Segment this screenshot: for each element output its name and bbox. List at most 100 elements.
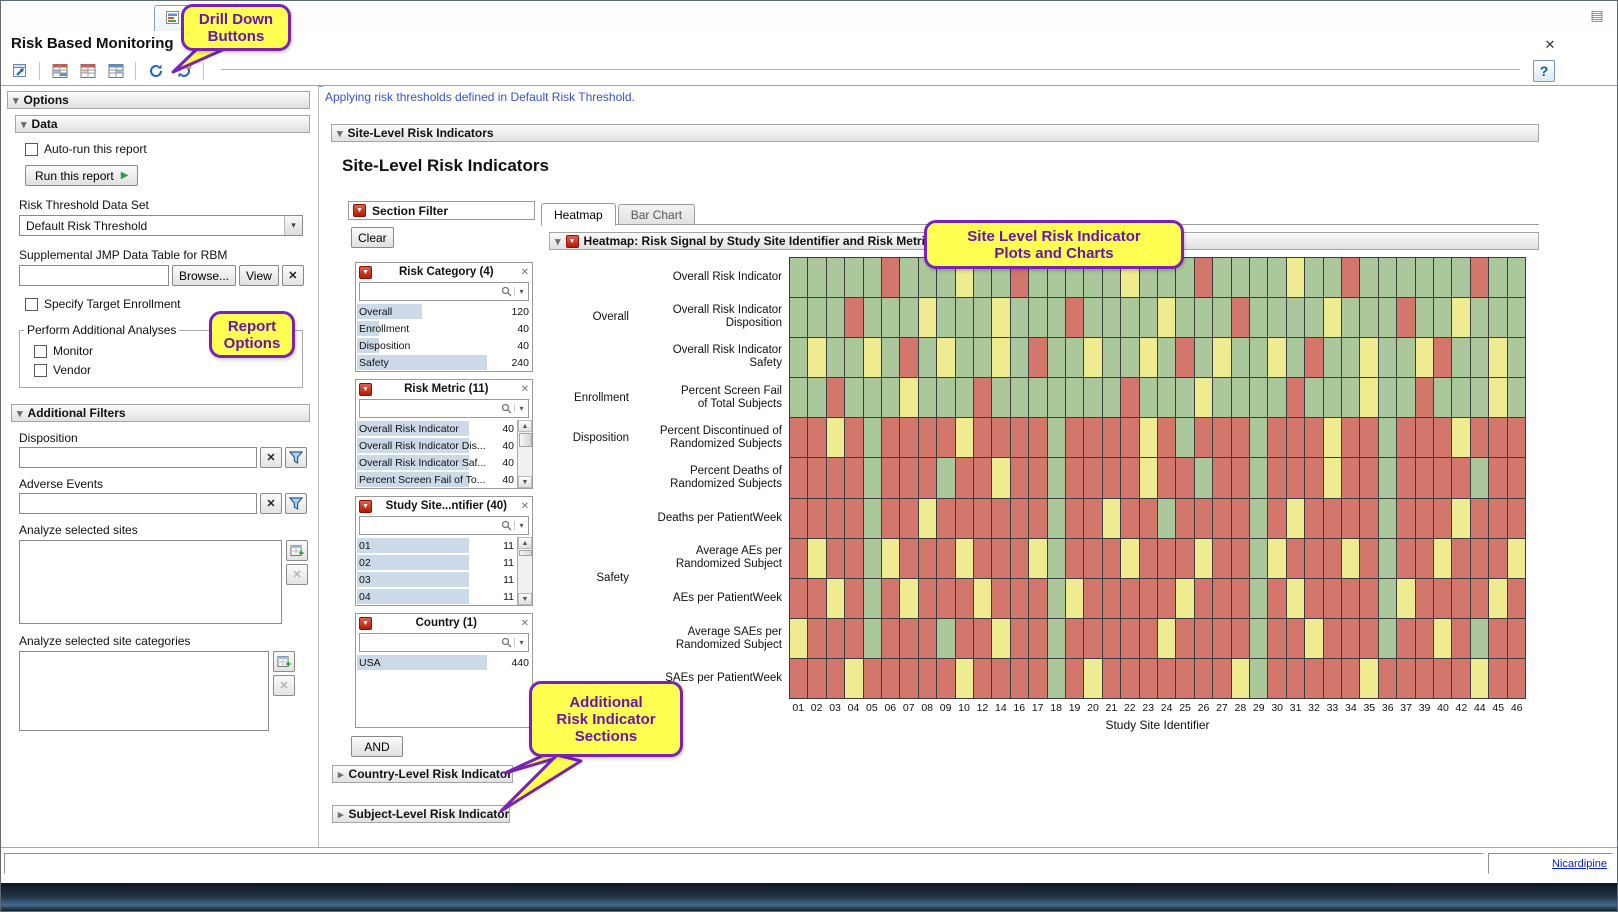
heatmap-cell[interactable] [1029,539,1046,578]
filter-search-input[interactable] [360,401,499,416]
heatmap-cell[interactable] [1011,659,1028,698]
monitor-checkbox[interactable] [34,345,47,358]
heatmap-cell[interactable] [1416,499,1433,538]
heatmap-cell[interactable] [1158,338,1175,377]
specify-target-row[interactable]: Specify Target Enrollment [25,297,310,311]
heatmap-cell[interactable] [1121,298,1138,337]
heatmap-cell[interactable] [974,378,991,417]
clear-adverse-events-icon[interactable]: ✕ [260,493,282,514]
heatmap-cell[interactable] [956,659,973,698]
run-report-button[interactable]: Run this report ▶ [25,165,138,186]
heatmap-cell[interactable] [974,619,991,658]
heatmap-cell[interactable] [1342,298,1359,337]
subject-level-section-header[interactable]: ▸ Subject-Level Risk Indicators [332,805,510,823]
heatmap-cell[interactable] [919,539,936,578]
heatmap-cell[interactable] [1397,258,1414,297]
heatmap-cell[interactable] [992,458,1009,497]
choose-site-categories-table-icon[interactable] [273,651,295,672]
heatmap-cell[interactable] [1066,338,1083,377]
heatmap-cell[interactable] [1232,579,1249,618]
heatmap-cell[interactable] [1103,539,1120,578]
heatmap-cell[interactable] [992,659,1009,698]
heatmap-cell[interactable] [937,619,954,658]
heatmap-cell[interactable] [1176,659,1193,698]
heatmap-cell[interactable] [919,579,936,618]
heatmap-cell[interactable] [1305,579,1322,618]
heatmap-cell[interactable] [1250,378,1267,417]
heatmap-cell[interactable] [1360,338,1377,377]
heatmap-cell[interactable] [1416,458,1433,497]
heatmap-cell[interactable] [1084,338,1101,377]
heatmap-cell[interactable] [1103,499,1120,538]
heatmap-cell[interactable] [1029,499,1046,538]
heatmap-cell[interactable] [1268,499,1285,538]
filter-search-input[interactable] [360,518,499,533]
heatmap-cell[interactable] [808,579,825,618]
heatmap-cell[interactable] [1305,298,1322,337]
heatmap-cell[interactable] [1011,539,1028,578]
heatmap-cell[interactable] [1121,418,1138,457]
heatmap-cell[interactable] [956,298,973,337]
heatmap-cell[interactable] [1489,418,1506,457]
heatmap-cell[interactable] [864,619,881,658]
heatmap-cell[interactable] [1029,298,1046,337]
heatmap-cell[interactable] [1434,458,1451,497]
collapse-triangle-icon[interactable]: ▸ [338,768,344,781]
heatmap-cell[interactable] [1324,539,1341,578]
heatmap-cell[interactable] [827,579,844,618]
heatmap-cell[interactable] [1305,659,1322,698]
heatmap-cell[interactable] [1121,338,1138,377]
heatmap-cell[interactable] [1471,539,1488,578]
heatmap-cell[interactable] [1232,499,1249,538]
heatmap-cell[interactable] [845,338,862,377]
heatmap-cell[interactable] [882,499,899,538]
heatmap-cell[interactable] [1342,378,1359,417]
adverse-events-filter-input[interactable] [19,493,257,514]
heatmap-cell[interactable] [1066,539,1083,578]
dropdown-caret-icon[interactable]: ▾ [514,404,528,413]
heatmap-cell[interactable] [808,458,825,497]
heatmap-cell[interactable] [1213,378,1230,417]
heatmap-cell[interactable] [790,539,807,578]
heatmap-cell[interactable] [1029,458,1046,497]
heatmap-cell[interactable] [1121,458,1138,497]
heatmap-cell[interactable] [1268,298,1285,337]
heatmap-cell[interactable] [900,378,917,417]
heatmap-cell[interactable] [937,298,954,337]
heatmap-cell[interactable] [1452,458,1469,497]
red-triangle-menu-icon[interactable]: ▼ [359,500,372,513]
heatmap-cell[interactable] [1489,539,1506,578]
heatmap-cell[interactable] [1140,418,1157,457]
heatmap-cell[interactable] [1268,338,1285,377]
heatmap-cell[interactable] [1508,579,1525,618]
heatmap-cell[interactable] [882,258,899,297]
heatmap-cell[interactable] [1140,378,1157,417]
heatmap-cell[interactable] [1360,258,1377,297]
heatmap-cell[interactable] [808,338,825,377]
heatmap-cell[interactable] [1048,659,1065,698]
heatmap-cell[interactable] [974,298,991,337]
heatmap-cell[interactable] [1342,418,1359,457]
clear-disposition-icon[interactable]: ✕ [260,447,282,468]
filter-item[interactable]: Overall Risk Indicator Dis...40 [356,437,517,454]
heatmap-cell[interactable] [1195,579,1212,618]
heatmap-cell[interactable] [1066,298,1083,337]
heatmap-cell[interactable] [1195,298,1212,337]
heatmap-cell[interactable] [1452,338,1469,377]
country-level-section-header[interactable]: ▸ Country-Level Risk Indicators [332,765,513,783]
heatmap-cell[interactable] [1232,338,1249,377]
heatmap-cell[interactable] [937,579,954,618]
heatmap-cell[interactable] [1084,619,1101,658]
heatmap-cell[interactable] [1103,619,1120,658]
heatmap-cell[interactable] [1508,338,1525,377]
filter-remove-icon[interactable]: ✕ [521,384,529,395]
heatmap-cell[interactable] [1452,418,1469,457]
heatmap-cell[interactable] [1508,458,1525,497]
heatmap-cell[interactable] [1287,659,1304,698]
heatmap-cell[interactable] [900,619,917,658]
heatmap-cell[interactable] [1232,659,1249,698]
heatmap-cell[interactable] [1268,378,1285,417]
heatmap-cell[interactable] [864,659,881,698]
heatmap-cell[interactable] [1489,298,1506,337]
heatmap-cell[interactable] [974,499,991,538]
